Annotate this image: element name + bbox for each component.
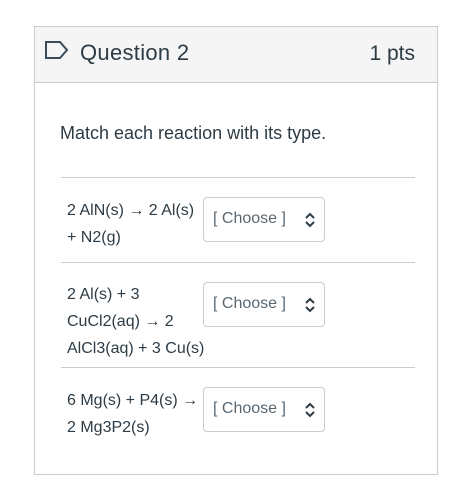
flag-icon[interactable] <box>44 40 70 60</box>
chevron-up-down-icon <box>305 402 315 418</box>
select-value: [ Choose ] <box>213 210 286 227</box>
question-header: Question 2 1 pts <box>35 27 437 83</box>
reaction-text-1: 2 AlN(s) → 2 Al(s) + N2(g) <box>67 197 207 251</box>
chevron-up-down-icon <box>305 212 315 228</box>
chevron-up-down-icon <box>305 297 315 313</box>
reaction-text-2: 2 Al(s) + 3 CuCl2(aq) → 2 AlCl3(aq) + 3 … <box>67 281 207 362</box>
reaction-text-3: 6 Mg(s) + P4(s) → 2 Mg3P2(s) <box>67 387 207 441</box>
select-value: [ Choose ] <box>213 295 286 312</box>
reaction-type-select-3[interactable]: [ Choose ] <box>203 387 325 432</box>
reaction-line: 6 Mg(s) + P4(s) → <box>67 392 199 409</box>
divider <box>61 367 415 368</box>
reaction-line: 2 Mg3P2(s) <box>67 419 150 436</box>
question-card: Question 2 1 pts Match each reaction wit… <box>34 26 438 475</box>
reaction-line: CuCl2(aq) → 2 <box>67 313 174 330</box>
question-prompt: Match each reaction with its type. <box>60 123 327 143</box>
select-value: [ Choose ] <box>213 400 286 417</box>
question-points: 1 pts <box>369 42 415 65</box>
divider <box>61 262 415 263</box>
reaction-type-select-2[interactable]: [ Choose ] <box>203 282 325 327</box>
question-title: Question 2 <box>80 40 190 65</box>
reaction-line: AlCl3(aq) + 3 Cu(s) <box>67 340 205 357</box>
reaction-type-select-1[interactable]: [ Choose ] <box>203 197 325 242</box>
reaction-line: 2 Al(s) + 3 <box>67 286 140 303</box>
divider <box>61 177 415 178</box>
reaction-line: + N2(g) <box>67 229 121 246</box>
reaction-line: 2 AlN(s) → 2 Al(s) <box>67 202 195 219</box>
